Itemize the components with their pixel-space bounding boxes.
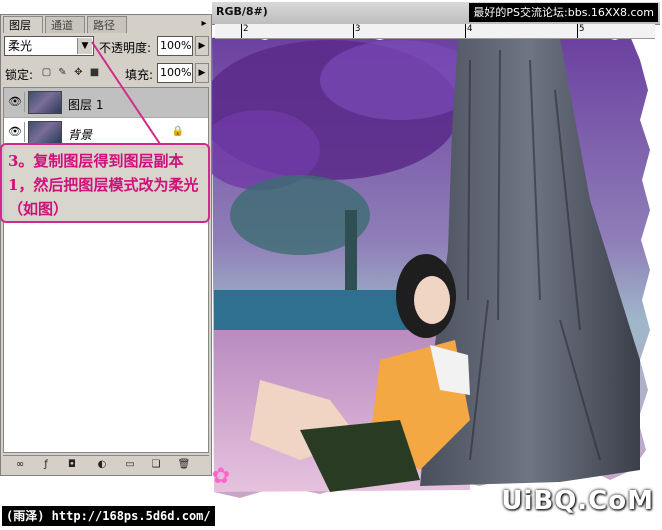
- opacity-field[interactable]: 100%: [157, 36, 193, 56]
- tab-layers[interactable]: 图层: [3, 16, 43, 33]
- trash-icon[interactable]: 🗑: [177, 458, 191, 471]
- watermark-right: UiBQ.CoM: [501, 486, 654, 516]
- site-label: 最好的PS交流论坛:bbs.16XX8.com: [469, 3, 658, 22]
- layer-row-1[interactable]: 👁 图层 1: [4, 88, 208, 118]
- ruler-tick: [353, 24, 354, 38]
- lock-move-icon[interactable]: ✥: [73, 67, 84, 78]
- sparkle-icon: ✿: [211, 464, 231, 489]
- new-layer-icon[interactable]: ❏: [149, 458, 163, 471]
- lock-icon: 🔒: [171, 126, 184, 137]
- fill-arrow-icon[interactable]: ▶: [195, 63, 209, 83]
- ruler-tick: [577, 24, 578, 38]
- tab-paths[interactable]: 路径: [87, 16, 127, 33]
- blend-mode-value: 柔光: [8, 39, 33, 53]
- panel-bottom-bar: ∞ ƒ ◘ ◐ ▭ ❏ 🗑: [3, 455, 209, 474]
- opacity-arrow-icon[interactable]: ▶: [195, 36, 209, 56]
- eye-icon[interactable]: 👁: [6, 92, 25, 112]
- panel-menu-icon[interactable]: ▸: [197, 17, 211, 31]
- ruler-label: 3: [355, 24, 361, 34]
- lock-label: 锁定:: [5, 68, 34, 82]
- opacity-label: 不透明度:: [99, 41, 152, 55]
- annotation-text: 3。复制图层得到图层副本1，然后把图层模式改为柔光（如图）: [8, 152, 199, 218]
- annotation-callout: 3。复制图层得到图层副本1，然后把图层模式改为柔光（如图）: [0, 143, 210, 223]
- layers-panel: 图层 通道 路径 ▸ 柔光 ▼ 不透明度: 100% ▶ 锁定: ▢ ✎ ✥ ■…: [0, 14, 212, 476]
- fx-icon[interactable]: ƒ: [39, 458, 53, 471]
- eye-icon[interactable]: 👁: [6, 122, 25, 142]
- blend-row: 柔光 ▼ 不透明度: 100% ▶: [3, 35, 211, 59]
- panel-tabs: 图层 通道 路径 ▸: [1, 15, 211, 33]
- window-title-bar: RGB/8#) 最好的PS交流论坛:bbs.16XX8.com: [212, 2, 660, 25]
- ruler-tick: [241, 24, 242, 38]
- lock-all-icon[interactable]: ■: [89, 67, 100, 78]
- adjustment-icon[interactable]: ◐: [95, 458, 109, 471]
- ruler-label: 4: [467, 24, 473, 34]
- layer-name: 背景: [68, 128, 93, 142]
- tab-channels[interactable]: 通道: [45, 16, 85, 33]
- ruler-tick: [465, 24, 466, 38]
- lock-transparency-icon[interactable]: ▢: [41, 67, 52, 78]
- layer-thumbnail: [28, 91, 62, 114]
- folder-icon[interactable]: ▭: [123, 458, 137, 471]
- fill-field[interactable]: 100%: [157, 63, 193, 83]
- ruler-label: 2: [243, 24, 249, 34]
- layer-thumbnail: [28, 121, 62, 144]
- blend-mode-select[interactable]: 柔光 ▼: [4, 36, 94, 56]
- lock-row: 锁定: ▢ ✎ ✥ ■ 填充: 100% ▶: [3, 63, 211, 85]
- layers-list: 👁 图层 1 👁 背景 🔒: [3, 87, 209, 453]
- layer-name: 图层 1: [68, 98, 104, 112]
- watermark-left: (雨泽) http://168ps.5d6d.com/: [2, 506, 215, 526]
- horizontal-ruler: 2 3 4 5: [215, 24, 655, 39]
- chevron-down-icon[interactable]: ▼: [77, 38, 92, 54]
- ruler-label: 5: [579, 24, 585, 34]
- lock-paint-icon[interactable]: ✎: [57, 67, 68, 78]
- mask-icon[interactable]: ◘: [65, 458, 79, 471]
- fill-label: 填充:: [125, 68, 154, 82]
- window-title: RGB/8#): [216, 5, 268, 18]
- link-icon[interactable]: ∞: [13, 458, 27, 471]
